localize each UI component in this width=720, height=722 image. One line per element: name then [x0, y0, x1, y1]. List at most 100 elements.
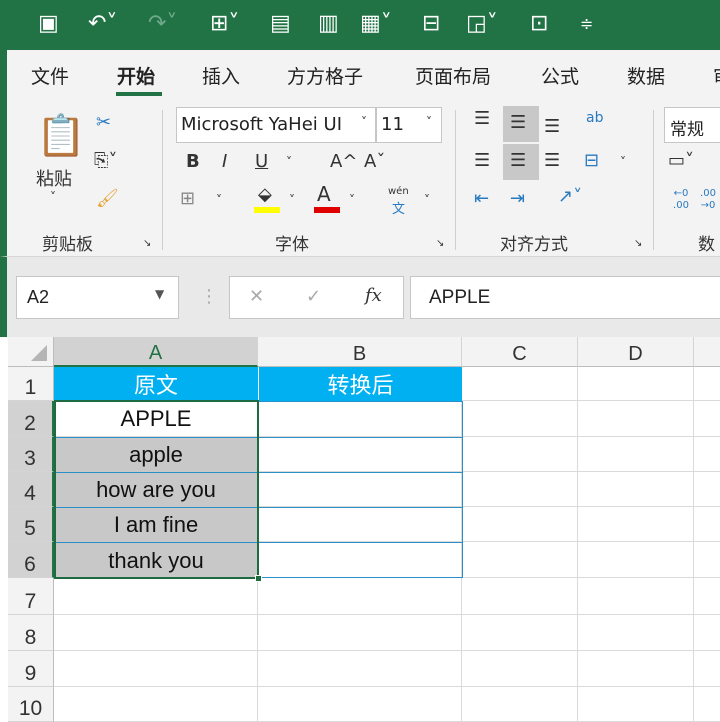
clipboard-group-label: 剪贴板	[42, 235, 93, 255]
row-header-8[interactable]: 8	[8, 615, 54, 651]
align-center-icon[interactable]: ☰	[510, 150, 526, 171]
form-icon[interactable]: ▤	[270, 10, 291, 38]
row-header-10[interactable]: 10	[8, 687, 54, 722]
textbox-icon[interactable]: ⊡	[530, 10, 548, 38]
cut-icon[interactable]: ✂	[96, 112, 111, 133]
font-name-select[interactable]: Microsoft YaHei UI	[176, 107, 376, 143]
decrease-indent-icon[interactable]: ⇤	[474, 188, 489, 209]
enter-icon[interactable]: ✓	[306, 286, 321, 307]
fill-color-swatch	[254, 207, 280, 213]
font-name-value: Microsoft YaHei UI	[181, 114, 342, 135]
chevron-down-icon[interactable]: ˅	[424, 193, 430, 207]
formula-input[interactable]: APPLE	[410, 276, 720, 319]
tab-page-layout[interactable]: 页面布局	[415, 62, 491, 89]
pivot-icon[interactable]: ▦˅	[360, 10, 392, 38]
tab-review[interactable]: 审	[713, 62, 720, 89]
copy-icon[interactable]: ⎘˅	[94, 150, 117, 171]
tab-file[interactable]: 文件	[31, 62, 69, 89]
alignment-launcher-icon[interactable]: ↘	[634, 238, 642, 249]
chevron-down-icon[interactable]: ˅	[620, 155, 626, 169]
row-header-6[interactable]: 6	[8, 542, 54, 578]
font-size-select[interactable]: 11	[376, 107, 442, 143]
divider	[653, 110, 654, 250]
merge-center-icon[interactable]: ⊟	[584, 150, 599, 171]
align-middle-icon[interactable]: ☰	[510, 112, 526, 133]
bold-button[interactable]: B	[186, 151, 200, 172]
gridline	[54, 614, 720, 615]
borders-icon[interactable]: ⊞	[180, 188, 195, 209]
tab-fangfang[interactable]: 方方格子	[287, 62, 363, 89]
phonetic-top[interactable]: wén	[388, 186, 409, 197]
column-header-d[interactable]: D	[578, 337, 694, 367]
borders-icon[interactable]: ⊞˅	[210, 10, 239, 38]
active-tab-indicator	[116, 92, 162, 96]
row-header-9[interactable]: 9	[8, 651, 54, 687]
orientation-icon[interactable]: ↗˅	[558, 186, 582, 207]
fill-color-icon[interactable]: ⬙	[258, 184, 272, 205]
underline-button[interactable]: U	[255, 151, 268, 172]
align-right-icon[interactable]: ☰	[544, 150, 560, 171]
chart-icon[interactable]: ▥	[318, 10, 339, 38]
number-format-select[interactable]: 常规	[664, 107, 720, 143]
align-top-icon[interactable]: ☰	[474, 108, 490, 129]
cell-b1[interactable]: 转换后	[258, 367, 462, 401]
increase-decimal-button[interactable]: ←0 .00	[668, 188, 694, 212]
column-header-a[interactable]: A	[54, 337, 258, 367]
row-header-5[interactable]: 5	[8, 507, 54, 542]
customize-icon[interactable]: ≑	[580, 10, 593, 38]
tab-home[interactable]: 开始	[117, 62, 155, 89]
wrap-text-icon[interactable]: ab	[586, 110, 603, 126]
format-painter-icon[interactable]: 🖌	[96, 188, 119, 209]
increase-font-button[interactable]: A^	[330, 151, 357, 172]
decrease-font-button[interactable]: Aˇ	[364, 151, 385, 172]
cell-a1[interactable]: 原文	[54, 367, 258, 401]
font-size-value: 11	[381, 114, 404, 135]
column-header-c[interactable]: C	[462, 337, 578, 367]
cell-border	[258, 542, 462, 543]
align-left-icon[interactable]: ☰	[474, 150, 490, 171]
formula-value: APPLE	[429, 287, 491, 308]
shapes-icon[interactable]: ◲˅	[466, 10, 498, 38]
cancel-icon[interactable]: ✕	[249, 286, 264, 307]
paste-button[interactable]: 粘贴	[36, 165, 72, 191]
chevron-down-icon[interactable]: ˅	[426, 115, 432, 129]
column-header-e[interactable]	[694, 337, 720, 367]
row-header-7[interactable]: 7	[8, 578, 54, 615]
save-icon[interactable]: ▣	[38, 10, 59, 38]
name-box-dropdown-icon[interactable]: ▼	[155, 287, 164, 301]
undo-icon[interactable]: ↶˅	[88, 10, 117, 38]
tab-data[interactable]: 数据	[627, 62, 665, 89]
italic-button[interactable]: I	[222, 151, 227, 172]
font-launcher-icon[interactable]: ↘	[436, 238, 444, 249]
insert-function-button[interactable]: fx	[365, 285, 382, 306]
row-header-1[interactable]: 1	[8, 367, 54, 401]
column-header-b[interactable]: B	[258, 337, 462, 367]
decrease-decimal-button[interactable]: .00 →0	[697, 188, 719, 212]
tab-insert[interactable]: 插入	[202, 62, 240, 89]
gridline	[54, 650, 720, 651]
paste-dropdown-icon[interactable]: ˅	[50, 190, 56, 204]
align-bottom-icon[interactable]: ☰	[544, 116, 560, 137]
row-header-2[interactable]: 2	[8, 401, 54, 437]
row-header-3[interactable]: 3	[8, 437, 54, 472]
font-color-button[interactable]: A	[317, 182, 331, 206]
merge-icon[interactable]: ⊟	[422, 10, 440, 38]
chevron-down-icon[interactable]: ˅	[216, 193, 222, 207]
increase-indent-icon[interactable]: ⇥	[510, 188, 525, 209]
fill-handle[interactable]	[255, 575, 262, 582]
font-color-swatch	[314, 207, 340, 213]
accounting-format-icon[interactable]: ▭˅	[668, 150, 694, 171]
row-header-4[interactable]: 4	[8, 472, 54, 507]
chevron-down-icon[interactable]: ˅	[361, 115, 367, 129]
clipboard-launcher-icon[interactable]: ↘	[143, 238, 151, 249]
resize-handle-icon[interactable]: ⋮	[200, 286, 218, 307]
b-column-border	[258, 401, 463, 578]
select-all-button[interactable]	[8, 337, 54, 367]
chevron-down-icon[interactable]: ˅	[349, 193, 355, 207]
phonetic-icon[interactable]: 文	[392, 198, 405, 217]
tab-formulas[interactable]: 公式	[541, 62, 579, 89]
chevron-down-icon[interactable]: ˅	[289, 193, 295, 207]
paste-icon[interactable]: 📋	[36, 112, 86, 159]
gridline	[577, 367, 578, 722]
underline-dropdown-icon[interactable]: ˅	[286, 155, 292, 169]
